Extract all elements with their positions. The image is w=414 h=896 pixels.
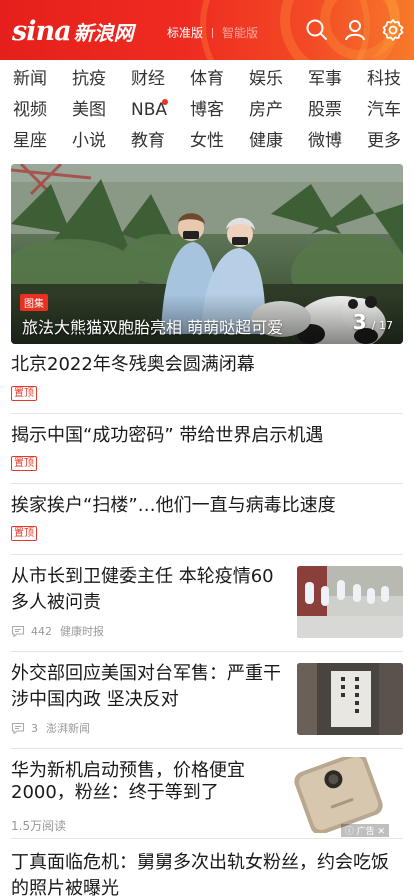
slide-counter: 3 / 17: [353, 310, 393, 334]
nav-item-women[interactable]: 女性: [190, 126, 240, 157]
smart-version-link[interactable]: 智能版: [222, 24, 258, 41]
nav-item-news[interactable]: 新闻: [13, 64, 63, 95]
news-list: 北京2022年冬残奥会圆满闭幕 置顶 揭示中国“成功密码” 带给世界启示机遇 置…: [11, 344, 403, 896]
info-icon: ⓘ: [344, 827, 354, 837]
hero-carousel[interactable]: 图集 旅法大熊猫双胞胎亮相 萌萌哒超可爱 3 / 17: [11, 164, 403, 344]
logo-latin: sina: [12, 15, 72, 47]
version-switch: 标准版 智能版: [167, 24, 258, 41]
hero-title[interactable]: 旅法大熊猫双胞胎亮相 萌萌哒超可爱: [22, 314, 283, 338]
comment-count: 3: [31, 721, 38, 735]
comment-icon: [11, 625, 25, 637]
news-title: 北京2022年冬残奥会圆满闭幕: [11, 354, 255, 375]
pinned-badge: 置顶: [11, 456, 37, 471]
nav-item-video[interactable]: 视频: [13, 95, 63, 126]
divider: [212, 27, 214, 38]
nav-item-novels[interactable]: 小说: [72, 126, 122, 157]
news-meta: 442 健康时报: [11, 623, 104, 639]
user-icon[interactable]: [343, 18, 367, 42]
thumbnail-illustration: [297, 566, 403, 638]
new-indicator-dot: [162, 99, 168, 105]
ad-read-count: 1.5万阅读: [11, 819, 67, 833]
ad-label: 广告: [356, 827, 375, 837]
search-icon[interactable]: [305, 18, 329, 42]
nav-row: 视频 美图 NBA 博客 房产 股票 汽车: [0, 95, 414, 126]
news-title-line1: 丁真面临危机：舅舅多次出轨女粉丝，约会吃饭: [11, 852, 389, 873]
gallery-tag: 图集: [20, 294, 48, 311]
news-thumbnail: [297, 566, 403, 638]
nav-item-blog[interactable]: 博客: [190, 95, 240, 126]
comment-icon: [11, 722, 25, 734]
nav-item-stocks[interactable]: 股票: [308, 95, 358, 126]
news-title: 挨家挨户“扫楼”…他们一直与病毒比速度: [11, 495, 336, 516]
news-item[interactable]: 从市长到卫健委主任 本轮疫情60 多人被问责 442 健康时报: [11, 555, 403, 652]
news-meta: 3 澎湃新闻: [11, 720, 90, 736]
nav-item-military[interactable]: 军事: [308, 64, 358, 95]
top-header: sina 新浪网 标准版 智能版: [0, 0, 414, 60]
slide-total: / 17: [371, 319, 393, 332]
ad-title-line2: 2000，粉丝：终于等到了: [11, 782, 219, 803]
nav-item-finance[interactable]: 财经: [131, 64, 181, 95]
phone-illustration: [285, 757, 389, 833]
nav-item-photos[interactable]: 美图: [72, 95, 122, 126]
nav-item-nba[interactable]: NBA: [131, 95, 181, 126]
news-thumbnail: [297, 663, 403, 735]
nav-item-tech[interactable]: 科技: [367, 64, 414, 95]
comment-count: 442: [31, 624, 52, 638]
news-title-line2: 的照片被曝光: [11, 878, 119, 896]
channel-nav: 新闻 抗疫 财经 体育 娱乐 军事 科技 视频 美图 NBA 博客 房产 股票 …: [0, 64, 414, 157]
ad-item[interactable]: 华为新机启动预售，价格便宜 2000，粉丝：终于等到了 1.5万阅读 ⓘ 广告 …: [11, 749, 403, 839]
nav-item-entertainment[interactable]: 娱乐: [249, 64, 299, 95]
news-item[interactable]: 外交部回应美国对台军售：严重干 涉中国内政 坚决反对 3 澎湃新闻: [11, 652, 403, 749]
slide-current: 3: [352, 310, 367, 334]
nav-item-education[interactable]: 教育: [131, 126, 181, 157]
nav-row: 星座 小说 教育 女性 健康 微博 更多: [0, 126, 414, 157]
news-title-line1: 外交部回应美国对台军售：严重干: [11, 663, 281, 684]
standard-version-link[interactable]: 标准版: [167, 24, 203, 41]
nav-item-sports[interactable]: 体育: [190, 64, 240, 95]
news-source: 健康时报: [60, 625, 104, 638]
news-title-line1: 从市长到卫健委主任 本轮疫情60: [11, 566, 274, 587]
logo-chinese: 新浪网: [73, 20, 134, 45]
nav-item-health[interactable]: 健康: [249, 126, 299, 157]
pinned-badge: 置顶: [11, 386, 37, 401]
news-title-line2: 涉中国内政 坚决反对: [11, 689, 179, 710]
nav-item-more[interactable]: 更多: [367, 126, 414, 157]
nav-item-astrology[interactable]: 星座: [13, 126, 63, 157]
ad-thumbnail: [285, 757, 389, 833]
settings-icon[interactable]: [381, 18, 405, 42]
news-item[interactable]: 丁真面临危机：舅舅多次出轨女粉丝，约会吃饭 的照片被曝光: [11, 839, 403, 896]
pinned-badge: 置顶: [11, 526, 37, 541]
news-item[interactable]: 北京2022年冬残奥会圆满闭幕 置顶: [11, 344, 403, 414]
nav-item-auto[interactable]: 汽车: [367, 95, 414, 126]
nav-item-weibo[interactable]: 微博: [308, 126, 358, 157]
nav-item-realestate[interactable]: 房产: [249, 95, 299, 126]
nav-row: 新闻 抗疫 财经 体育 娱乐 军事 科技: [0, 64, 414, 95]
thumbnail-illustration: [297, 663, 403, 735]
news-item[interactable]: 揭示中国“成功密码” 带给世界启示机遇 置顶: [11, 414, 403, 484]
news-title-line2: 多人被问责: [11, 592, 101, 613]
news-source: 澎湃新闻: [46, 722, 90, 735]
ad-badge: ⓘ 广告 ✕: [340, 824, 389, 837]
nav-item-antiepidemic[interactable]: 抗疫: [72, 64, 122, 95]
news-item[interactable]: 挨家挨户“扫楼”…他们一直与病毒比速度 置顶: [11, 484, 403, 555]
news-title: 揭示中国“成功密码” 带给世界启示机遇: [11, 425, 324, 446]
sina-logo[interactable]: sina 新浪网: [12, 14, 134, 48]
close-icon[interactable]: ✕: [377, 827, 385, 837]
